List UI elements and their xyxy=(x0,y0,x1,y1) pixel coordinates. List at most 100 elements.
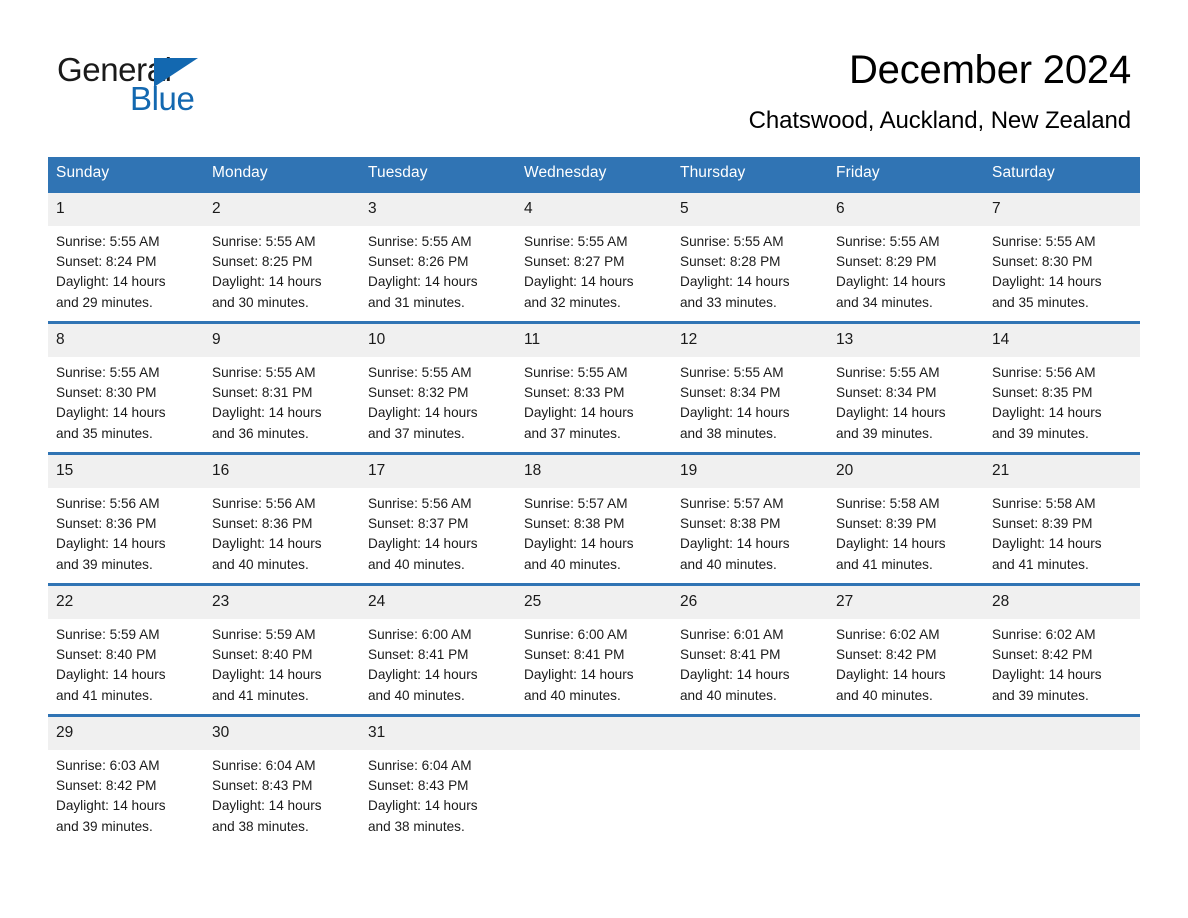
day-sun-info: Sunrise: 5:55 AM Sunset: 8:32 PM Daylight:… xyxy=(360,357,516,444)
day-cell-body: 24 Sunrise: 6:00 AM Sunset: 8:41 PM Dayligh… xyxy=(360,583,516,714)
day-sun-info: Sunrise: 5:58 AM Sunset: 8:39 PM Daylight:… xyxy=(984,488,1140,575)
calendar-day-cell[interactable]: 1 Sunrise: 5:55 AM Sunset: 8:24 PM Daylight… xyxy=(48,190,204,321)
day-number: 7 xyxy=(984,193,1140,226)
day-daylight-line2-text: and 41 minutes. xyxy=(212,687,309,703)
day-sun-info: Sunrise: 6:01 AM Sunset: 8:41 PM Daylight:… xyxy=(672,619,828,706)
day-sunset-text: Sunset: 8:42 PM xyxy=(836,647,937,663)
day-sun-info: Sunrise: 6:04 AM Sunset: 8:43 PM Daylight:… xyxy=(360,750,516,837)
calendar-day-cell[interactable]: 25 Sunrise: 6:00 AM Sunset: 8:41 PM Dayligh… xyxy=(516,583,672,714)
day-cell-body: 12 Sunrise: 5:55 AM Sunset: 8:34 PM Dayligh… xyxy=(672,321,828,452)
calendar-day-cell[interactable]: 7 Sunrise: 5:55 AM Sunset: 8:30 PM Daylight… xyxy=(984,190,1140,321)
day-number: 15 xyxy=(48,455,204,488)
day-daylight-line2-text: and 40 minutes. xyxy=(368,687,465,703)
day-sunset-text: Sunset: 8:25 PM xyxy=(212,254,313,270)
calendar-day-cell[interactable] xyxy=(984,714,1140,845)
day-sunset-text: Sunset: 8:32 PM xyxy=(368,385,469,401)
day-sunrise-text: Sunrise: 5:55 AM xyxy=(212,365,316,380)
calendar-day-cell[interactable]: 13 Sunrise: 5:55 AM Sunset: 8:34 PM Dayligh… xyxy=(828,321,984,452)
calendar-day-cell[interactable]: 15 Sunrise: 5:56 AM Sunset: 8:36 PM Dayligh… xyxy=(48,452,204,583)
day-daylight-line1-text: Daylight: 14 hours xyxy=(992,667,1102,683)
day-sunrise-text: Sunrise: 5:56 AM xyxy=(368,496,472,511)
day-sunrise-text: Sunrise: 6:04 AM xyxy=(368,758,472,773)
day-daylight-line2-text: and 38 minutes. xyxy=(368,818,465,834)
day-sunset-text: Sunset: 8:36 PM xyxy=(56,516,157,532)
day-sunrise-text: Sunrise: 5:58 AM xyxy=(992,496,1096,511)
calendar-week-row: 29 Sunrise: 6:03 AM Sunset: 8:42 PM Dayligh… xyxy=(48,714,1140,845)
calendar-day-cell[interactable]: 26 Sunrise: 6:01 AM Sunset: 8:41 PM Dayligh… xyxy=(672,583,828,714)
day-sunset-text: Sunset: 8:42 PM xyxy=(992,647,1093,663)
calendar-day-cell[interactable]: 11 Sunrise: 5:55 AM Sunset: 8:33 PM Dayligh… xyxy=(516,321,672,452)
day-cell-body: 13 Sunrise: 5:55 AM Sunset: 8:34 PM Dayligh… xyxy=(828,321,984,452)
calendar-day-cell[interactable]: 28 Sunrise: 6:02 AM Sunset: 8:42 PM Dayligh… xyxy=(984,583,1140,714)
day-sunrise-text: Sunrise: 5:56 AM xyxy=(212,496,316,511)
day-sun-info: Sunrise: 5:55 AM Sunset: 8:24 PM Daylight:… xyxy=(48,226,204,313)
calendar-day-cell[interactable] xyxy=(828,714,984,845)
day-number: 20 xyxy=(828,455,984,488)
calendar-day-cell[interactable]: 16 Sunrise: 5:56 AM Sunset: 8:36 PM Dayligh… xyxy=(204,452,360,583)
calendar-day-cell[interactable]: 10 Sunrise: 5:55 AM Sunset: 8:32 PM Dayligh… xyxy=(360,321,516,452)
day-sunset-text: Sunset: 8:29 PM xyxy=(836,254,937,270)
weekday-header-saturday: Saturday xyxy=(984,157,1140,190)
calendar-day-cell[interactable]: 22 Sunrise: 5:59 AM Sunset: 8:40 PM Dayligh… xyxy=(48,583,204,714)
day-sun-info: Sunrise: 5:55 AM Sunset: 8:31 PM Daylight:… xyxy=(204,357,360,444)
day-daylight-line2-text: and 40 minutes. xyxy=(836,687,933,703)
day-daylight-line2-text: and 40 minutes. xyxy=(524,556,621,572)
calendar-day-cell[interactable]: 12 Sunrise: 5:55 AM Sunset: 8:34 PM Dayligh… xyxy=(672,321,828,452)
calendar-day-cell[interactable]: 4 Sunrise: 5:55 AM Sunset: 8:27 PM Daylight… xyxy=(516,190,672,321)
day-daylight-line2-text: and 39 minutes. xyxy=(56,818,153,834)
day-sunrise-text: Sunrise: 5:55 AM xyxy=(836,365,940,380)
calendar-day-cell[interactable]: 8 Sunrise: 5:55 AM Sunset: 8:30 PM Daylight… xyxy=(48,321,204,452)
day-sun-info: Sunrise: 6:04 AM Sunset: 8:43 PM Daylight:… xyxy=(204,750,360,837)
day-sunrise-text: Sunrise: 5:55 AM xyxy=(836,234,940,249)
day-number: 22 xyxy=(48,586,204,619)
day-cell-body: 22 Sunrise: 5:59 AM Sunset: 8:40 PM Dayligh… xyxy=(48,583,204,714)
day-number: 4 xyxy=(516,193,672,226)
calendar-day-cell[interactable] xyxy=(672,714,828,845)
day-cell-body: 28 Sunrise: 6:02 AM Sunset: 8:42 PM Dayligh… xyxy=(984,583,1140,714)
calendar-day-cell[interactable]: 21 Sunrise: 5:58 AM Sunset: 8:39 PM Dayligh… xyxy=(984,452,1140,583)
day-sunset-text: Sunset: 8:33 PM xyxy=(524,385,625,401)
calendar-day-cell[interactable]: 5 Sunrise: 5:55 AM Sunset: 8:28 PM Daylight… xyxy=(672,190,828,321)
day-number: 24 xyxy=(360,586,516,619)
calendar-day-cell[interactable]: 18 Sunrise: 5:57 AM Sunset: 8:38 PM Dayligh… xyxy=(516,452,672,583)
day-number xyxy=(984,717,1140,750)
day-cell-body: 30 Sunrise: 6:04 AM Sunset: 8:43 PM Dayligh… xyxy=(204,714,360,845)
day-daylight-line2-text: and 38 minutes. xyxy=(680,425,777,441)
day-cell-body: 29 Sunrise: 6:03 AM Sunset: 8:42 PM Dayligh… xyxy=(48,714,204,845)
day-sun-info: Sunrise: 5:59 AM Sunset: 8:40 PM Daylight:… xyxy=(48,619,204,706)
calendar-day-cell[interactable]: 6 Sunrise: 5:55 AM Sunset: 8:29 PM Daylight… xyxy=(828,190,984,321)
day-number: 13 xyxy=(828,324,984,357)
day-sun-info: Sunrise: 5:55 AM Sunset: 8:28 PM Daylight:… xyxy=(672,226,828,313)
day-daylight-line1-text: Daylight: 14 hours xyxy=(56,405,166,421)
day-daylight-line2-text: and 41 minutes. xyxy=(56,687,153,703)
calendar-day-cell[interactable]: 9 Sunrise: 5:55 AM Sunset: 8:31 PM Daylight… xyxy=(204,321,360,452)
calendar-day-cell[interactable]: 23 Sunrise: 5:59 AM Sunset: 8:40 PM Dayligh… xyxy=(204,583,360,714)
day-sunset-text: Sunset: 8:39 PM xyxy=(836,516,937,532)
calendar-day-cell[interactable]: 27 Sunrise: 6:02 AM Sunset: 8:42 PM Dayligh… xyxy=(828,583,984,714)
day-cell-body: 3 Sunrise: 5:55 AM Sunset: 8:26 PM Daylight… xyxy=(360,190,516,321)
generalblue-logo[interactable]: General Blue xyxy=(57,52,237,117)
calendar-day-cell[interactable]: 2 Sunrise: 5:55 AM Sunset: 8:25 PM Daylight… xyxy=(204,190,360,321)
calendar-body: 1 Sunrise: 5:55 AM Sunset: 8:24 PM Daylight… xyxy=(48,190,1140,845)
calendar-day-cell[interactable]: 20 Sunrise: 5:58 AM Sunset: 8:39 PM Dayligh… xyxy=(828,452,984,583)
calendar-week-row: 22 Sunrise: 5:59 AM Sunset: 8:40 PM Dayligh… xyxy=(48,583,1140,714)
weekday-header-monday: Monday xyxy=(204,157,360,190)
calendar-day-cell[interactable]: 14 Sunrise: 5:56 AM Sunset: 8:35 PM Dayligh… xyxy=(984,321,1140,452)
day-sunset-text: Sunset: 8:35 PM xyxy=(992,385,1093,401)
calendar-day-cell[interactable]: 30 Sunrise: 6:04 AM Sunset: 8:43 PM Dayligh… xyxy=(204,714,360,845)
day-daylight-line1-text: Daylight: 14 hours xyxy=(524,667,634,683)
day-sun-info: Sunrise: 5:55 AM Sunset: 8:34 PM Daylight:… xyxy=(672,357,828,444)
day-daylight-line1-text: Daylight: 14 hours xyxy=(524,274,634,290)
day-number: 12 xyxy=(672,324,828,357)
calendar-day-cell[interactable]: 17 Sunrise: 5:56 AM Sunset: 8:37 PM Dayligh… xyxy=(360,452,516,583)
calendar-day-cell[interactable]: 24 Sunrise: 6:00 AM Sunset: 8:41 PM Dayligh… xyxy=(360,583,516,714)
day-cell-body: 27 Sunrise: 6:02 AM Sunset: 8:42 PM Dayligh… xyxy=(828,583,984,714)
calendar-page: General Blue December 2024 Chatswood, Au… xyxy=(0,0,1188,918)
calendar-day-cell[interactable]: 3 Sunrise: 5:55 AM Sunset: 8:26 PM Daylight… xyxy=(360,190,516,321)
calendar-day-cell[interactable]: 19 Sunrise: 5:57 AM Sunset: 8:38 PM Dayligh… xyxy=(672,452,828,583)
day-sunset-text: Sunset: 8:24 PM xyxy=(56,254,157,270)
calendar-day-cell[interactable]: 29 Sunrise: 6:03 AM Sunset: 8:42 PM Dayligh… xyxy=(48,714,204,845)
day-cell-body: 19 Sunrise: 5:57 AM Sunset: 8:38 PM Dayligh… xyxy=(672,452,828,583)
calendar-day-cell[interactable]: 31 Sunrise: 6:04 AM Sunset: 8:43 PM Dayligh… xyxy=(360,714,516,845)
calendar-day-cell[interactable] xyxy=(516,714,672,845)
